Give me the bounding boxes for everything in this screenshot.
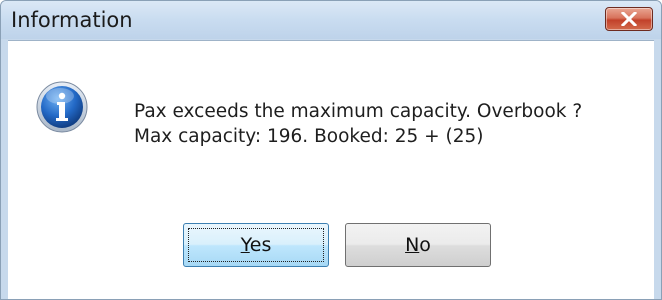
no-button[interactable]: No [345, 223, 491, 267]
focus-rectangle [188, 228, 324, 262]
close-icon [621, 12, 637, 26]
title-bar[interactable]: Information [1, 1, 661, 39]
yes-button[interactable]: Yes [183, 223, 329, 267]
close-button[interactable] [605, 7, 653, 31]
window-title: Information [11, 8, 133, 32]
message-line-2: Max capacity: 196. Booked: 25 + (25) [134, 126, 484, 147]
message-text: Pax exceeds the maximum capacity. Overbo… [134, 99, 582, 149]
dialog-window: Information Pax exceeds the maximum capa… [0, 0, 662, 300]
dialog-body: Pax exceeds the maximum capacity. Overbo… [8, 40, 654, 299]
info-icon [36, 81, 88, 133]
no-button-label: No [405, 234, 431, 256]
message-line-1: Pax exceeds the maximum capacity. Overbo… [134, 101, 583, 122]
